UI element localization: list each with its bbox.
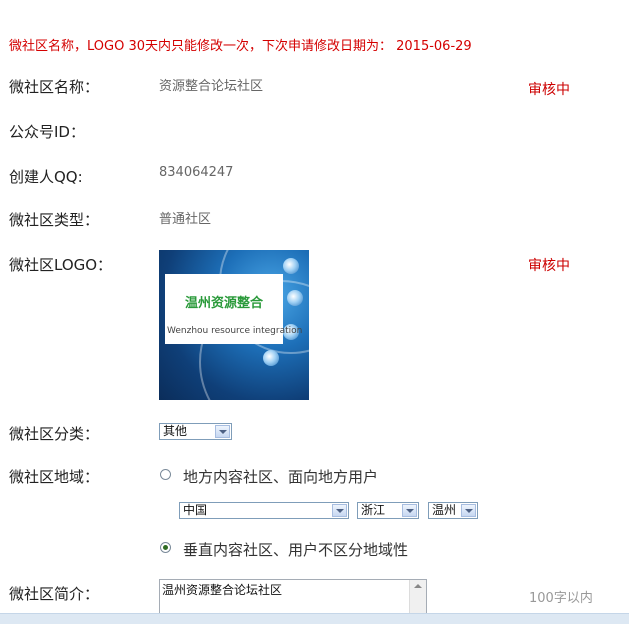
community-name-label: 微社区名称： bbox=[9, 78, 100, 96]
community-logo-label: 微社区LOGO： bbox=[9, 256, 113, 274]
country-select-value: 中国 bbox=[183, 503, 208, 517]
creator-qq-label: 创建人QQ: bbox=[9, 168, 83, 186]
intro-length-hint: 100字以内 bbox=[529, 591, 593, 606]
category-select-value: 其他 bbox=[163, 424, 188, 438]
footer-bar bbox=[0, 613, 629, 624]
city-select[interactable]: 温州 bbox=[428, 502, 478, 519]
textarea-scrollbar[interactable] bbox=[409, 580, 426, 614]
community-region-label: 微社区地域： bbox=[9, 468, 100, 486]
community-type-value: 普通社区 bbox=[159, 212, 212, 227]
chevron-down-icon[interactable] bbox=[332, 504, 347, 517]
community-intro-textarea[interactable]: 温州资源整合论坛社区 bbox=[159, 579, 427, 615]
logo-orb-decoration bbox=[283, 258, 299, 274]
community-type-label: 微社区类型： bbox=[9, 211, 100, 229]
creator-qq-value: 834064247 bbox=[159, 165, 234, 180]
province-select-value: 浙江 bbox=[361, 503, 386, 517]
community-intro-text: 温州资源整合论坛社区 bbox=[162, 583, 283, 597]
community-logo-status: 审核中 bbox=[528, 258, 570, 274]
public-account-id-label: 公众号ID： bbox=[9, 123, 85, 141]
province-select[interactable]: 浙江 bbox=[357, 502, 419, 519]
chevron-down-icon[interactable] bbox=[461, 504, 476, 517]
region-vertical-option-label[interactable]: 垂直内容社区、用户不区分地域性 bbox=[183, 539, 408, 560]
logo-text-chinese: 温州资源整合 bbox=[184, 296, 263, 311]
logo-orb-decoration bbox=[263, 350, 279, 366]
community-name-status: 审核中 bbox=[528, 82, 570, 98]
region-vertical-radio[interactable] bbox=[160, 542, 171, 553]
community-logo-image: 温州资源整合 Wenzhou resource integration bbox=[159, 250, 309, 400]
region-local-option-label[interactable]: 地方内容社区、面向地方用户 bbox=[183, 466, 378, 487]
logo-text-card: 温州资源整合 Wenzhou resource integration bbox=[165, 274, 302, 344]
country-select[interactable]: 中国 bbox=[179, 502, 349, 519]
community-category-label: 微社区分类： bbox=[9, 425, 100, 443]
category-select[interactable]: 其他 bbox=[159, 423, 232, 440]
chevron-down-icon[interactable] bbox=[402, 504, 417, 517]
logo-orb-decoration bbox=[287, 290, 303, 306]
scroll-up-arrow-icon[interactable] bbox=[414, 584, 422, 588]
community-intro-label: 微社区简介： bbox=[9, 585, 100, 603]
modify-limit-notice: 微社区名称，LOGO 30天内只能修改一次，下次申请修改日期为： 2015-06… bbox=[9, 39, 472, 54]
city-select-value: 温州 bbox=[432, 503, 457, 517]
logo-text-english: Wenzhou resource integration bbox=[167, 326, 303, 336]
region-local-radio[interactable] bbox=[160, 469, 171, 480]
community-name-value: 资源整合论坛社区 bbox=[159, 79, 264, 94]
chevron-down-icon[interactable] bbox=[215, 425, 230, 438]
